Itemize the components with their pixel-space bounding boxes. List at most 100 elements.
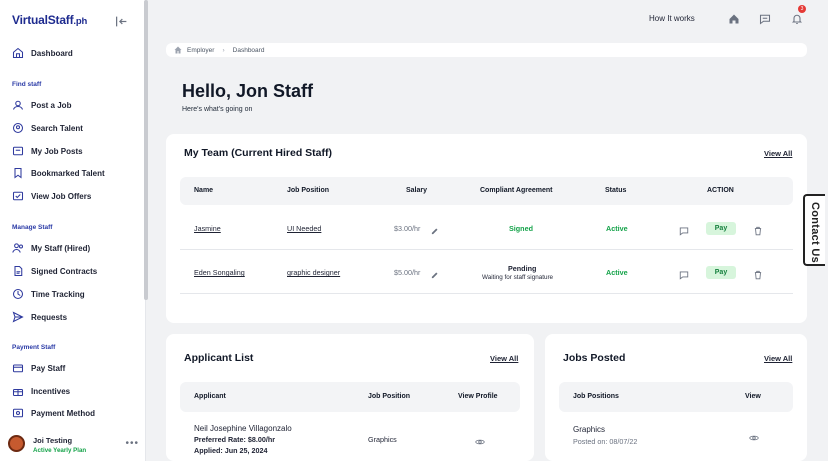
applicant-rate: Preferred Rate: $8.00/hr bbox=[194, 435, 276, 444]
jobs-posted-title: Jobs Posted bbox=[563, 352, 626, 364]
contact-us-tab[interactable]: Contact Us bbox=[803, 194, 825, 266]
team-row-1-agreement: Signed bbox=[509, 224, 533, 233]
user-plan: Active Yearly Plan bbox=[33, 447, 87, 454]
team-row-2-name[interactable]: Eden Songaling bbox=[194, 268, 245, 277]
post-job-icon bbox=[12, 99, 24, 111]
sidebar-item-my-job-posts[interactable]: My Job Posts bbox=[12, 142, 83, 160]
breadcrumb-dashboard: Dashboard bbox=[232, 46, 265, 54]
chat-icon[interactable] bbox=[679, 267, 689, 280]
section-payment-staff: Payment Staff bbox=[12, 344, 56, 351]
jobs-table-header: Job Positions View bbox=[559, 382, 793, 412]
applicant-position: Graphics bbox=[368, 435, 397, 444]
applicants-view-all-link[interactable]: View All bbox=[490, 354, 518, 363]
page-subtitle: Here's what's going on bbox=[182, 106, 253, 113]
bell-icon[interactable] bbox=[791, 12, 803, 25]
chat-icon[interactable] bbox=[759, 12, 771, 25]
col-job-position: Job Position bbox=[368, 393, 410, 400]
applicant-applied: Applied: Jun 25, 2024 bbox=[194, 446, 268, 455]
sidebar-item-pay-staff[interactable]: Pay Staff bbox=[12, 359, 65, 377]
sidebar-item-bookmarked-talent[interactable]: Bookmarked Talent bbox=[12, 164, 105, 182]
row-divider bbox=[180, 293, 793, 294]
chat-icon[interactable] bbox=[679, 223, 689, 236]
eye-icon[interactable] bbox=[475, 434, 485, 445]
row-divider bbox=[180, 249, 793, 250]
send-icon bbox=[12, 311, 24, 323]
team-row-2-salary: $5.00/hr bbox=[394, 268, 421, 277]
sidebar-item-label: Dashboard bbox=[31, 48, 73, 58]
sidebar-item-label: My Job Posts bbox=[31, 146, 83, 156]
breadcrumb-employer[interactable]: Employer bbox=[187, 47, 214, 54]
job-title: Graphics bbox=[573, 425, 606, 434]
more-options-icon[interactable]: ••• bbox=[125, 438, 139, 449]
sidebar-item-label: Time Tracking bbox=[31, 289, 85, 299]
contract-icon bbox=[12, 265, 24, 277]
sidebar-item-signed-contracts[interactable]: Signed Contracts bbox=[12, 262, 97, 280]
sidebar-item-label: Bookmarked Talent bbox=[31, 168, 105, 178]
team-view-all-link[interactable]: View All bbox=[764, 149, 792, 158]
sidebar-item-incentives[interactable]: Incentives bbox=[12, 382, 70, 400]
team-row-2-status: Active bbox=[606, 268, 628, 277]
team-row-2-agreement: Pending bbox=[508, 264, 537, 273]
team-row-2-position[interactable]: graphic designer bbox=[287, 268, 340, 277]
pay-button[interactable]: Pay bbox=[706, 222, 736, 235]
collapse-sidebar-icon[interactable] bbox=[115, 15, 128, 28]
team-row-1-position[interactable]: UI Needed bbox=[287, 224, 321, 233]
offers-icon bbox=[12, 190, 24, 202]
col-compliant-agreement: Compliant Agreement bbox=[480, 187, 553, 194]
col-view: View bbox=[745, 393, 761, 400]
col-name: Name bbox=[194, 187, 214, 194]
col-status: Status bbox=[605, 187, 627, 194]
col-job-positions: Job Positions bbox=[573, 393, 619, 400]
sidebar-item-label: Payment Method bbox=[31, 408, 96, 418]
sidebar-item-post-job[interactable]: Post a Job bbox=[12, 96, 71, 114]
trash-icon[interactable] bbox=[753, 267, 763, 280]
page-title: Hello, Jon Staff bbox=[182, 81, 314, 101]
col-applicant: Applicant bbox=[194, 393, 226, 400]
notification-badge: 3 bbox=[798, 5, 806, 13]
edit-pencil-icon[interactable] bbox=[430, 267, 440, 279]
breadcrumb: Employer › Dashboard bbox=[166, 43, 807, 57]
sidebar-item-payment-method[interactable]: Payment Method bbox=[12, 404, 95, 422]
applicant-table-header: Applicant Job Position View Profile bbox=[180, 382, 520, 412]
my-team-card: My Team (Current Hired Staff) View All N… bbox=[166, 134, 807, 323]
home-icon[interactable] bbox=[728, 12, 740, 24]
col-salary: Salary bbox=[406, 187, 428, 194]
applicant-list-card: Applicant List View All Applicant Job Po… bbox=[166, 334, 534, 461]
jobs-posted-card: Jobs Posted View All Job Positions View … bbox=[545, 334, 807, 461]
col-view-profile: View Profile bbox=[458, 393, 498, 400]
gift-icon bbox=[12, 385, 24, 397]
team-row-2-agreement-note: Waiting for staff signature bbox=[482, 274, 554, 281]
sidebar-scrollbar[interactable] bbox=[144, 0, 148, 300]
eye-icon[interactable] bbox=[749, 430, 759, 441]
trash-icon[interactable] bbox=[753, 223, 763, 236]
contact-us-label: Contact Us bbox=[809, 202, 821, 264]
team-table-header: Name Job Position Salary Compliant Agree… bbox=[180, 177, 793, 205]
bookmark-icon bbox=[12, 167, 24, 179]
sidebar-item-time-tracking[interactable]: Time Tracking bbox=[12, 285, 85, 303]
sidebar-item-dashboard[interactable]: Dashboard bbox=[12, 44, 73, 62]
jobs-view-all-link[interactable]: View All bbox=[764, 354, 792, 363]
my-team-title: My Team (Current Hired Staff) bbox=[184, 147, 332, 159]
sidebar-item-my-staff[interactable]: My Staff (Hired) bbox=[12, 239, 90, 257]
sidebar-item-view-job-offers[interactable]: View Job Offers bbox=[12, 187, 91, 205]
team-row-1-salary: $3.00/hr bbox=[394, 224, 421, 233]
sidebar-item-requests[interactable]: Requests bbox=[12, 308, 67, 326]
pay-icon bbox=[12, 362, 24, 374]
clock-icon bbox=[12, 288, 24, 300]
how-it-works-link[interactable]: How It works bbox=[649, 14, 695, 23]
col-action: ACTION bbox=[707, 187, 734, 194]
brand-logo[interactable]: VirtualStaff.ph bbox=[12, 13, 87, 27]
sidebar-item-label: My Staff (Hired) bbox=[31, 243, 91, 253]
user-profile[interactable]: Joi Testing Active Yearly Plan ••• bbox=[8, 434, 143, 456]
job-posted-date: Posted on: 08/07/22 bbox=[573, 437, 638, 446]
team-row-1-name[interactable]: Jasmine bbox=[194, 224, 221, 233]
chevron-right-icon: › bbox=[222, 46, 225, 54]
edit-pencil-icon[interactable] bbox=[430, 223, 440, 235]
sidebar-item-search-talent[interactable]: Search Talent bbox=[12, 119, 83, 137]
breadcrumb-home-icon[interactable] bbox=[174, 46, 182, 54]
section-find-staff: Find staff bbox=[12, 81, 42, 88]
sidebar-item-label: Post a Job bbox=[31, 100, 72, 110]
applicant-name: Neil Josephine Villagonzalo bbox=[194, 424, 292, 433]
user-name: Joi Testing bbox=[33, 436, 73, 445]
pay-button[interactable]: Pay bbox=[706, 266, 736, 279]
